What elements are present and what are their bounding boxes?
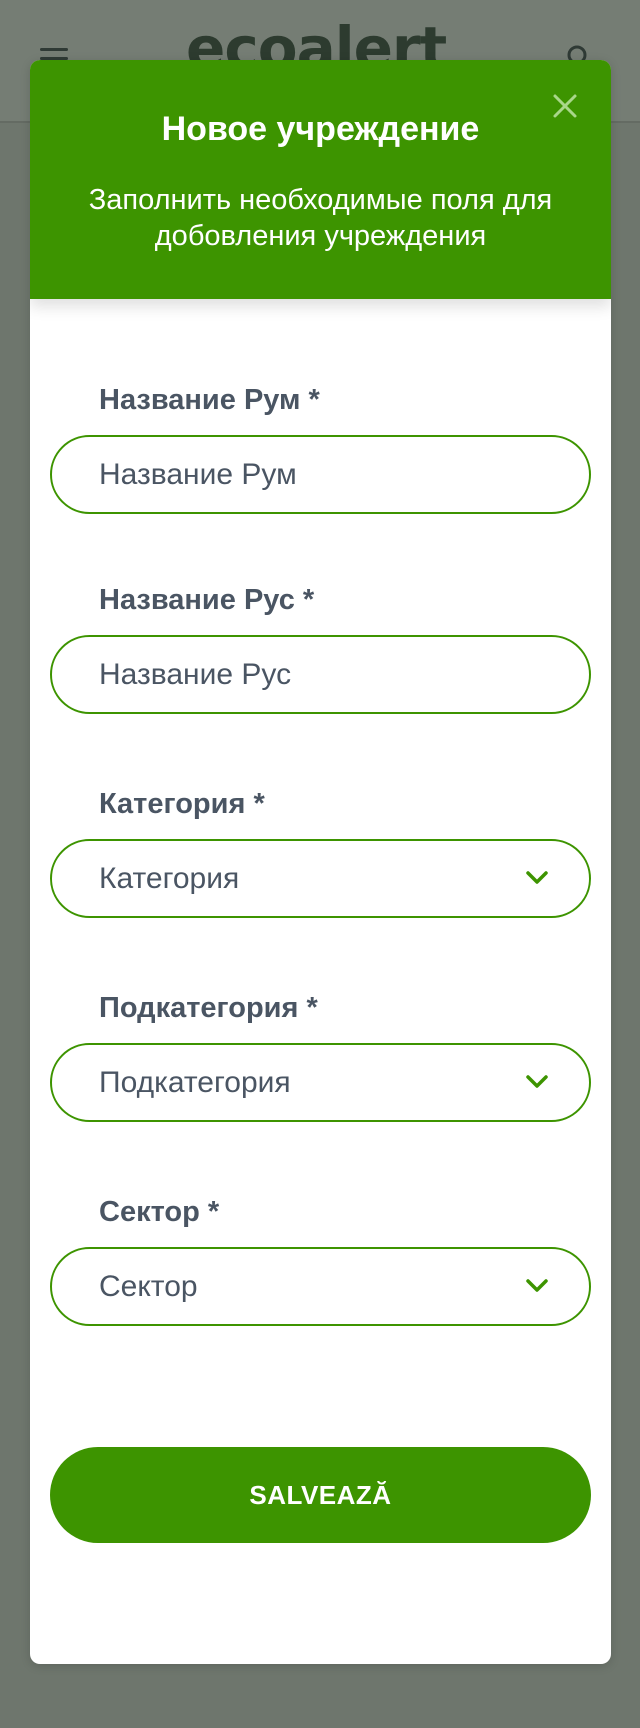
category-select[interactable]: Категория bbox=[50, 839, 591, 918]
chevron-down-icon bbox=[526, 1075, 548, 1088]
modal-title: Новое учреждение bbox=[161, 110, 480, 148]
modal-header: Новое учреждение Заполнить необходимые п… bbox=[30, 60, 611, 299]
category-select-value: Категория bbox=[99, 862, 240, 895]
new-institution-modal: Новое учреждение Заполнить необходимые п… bbox=[30, 60, 611, 1664]
subcategory-select[interactable]: Подкатегория bbox=[50, 1043, 591, 1122]
subcategory-select-value: Подкатегория bbox=[99, 1066, 291, 1099]
field-label: Категория * bbox=[99, 788, 265, 820]
modal-subtitle: Заполнить необходимые поля для добовлени… bbox=[88, 184, 553, 252]
chevron-down-icon bbox=[526, 871, 548, 884]
name-rom-input[interactable] bbox=[99, 437, 539, 512]
name-rom-input-box[interactable] bbox=[50, 435, 591, 514]
field-label: Название Рум * bbox=[99, 384, 320, 416]
field-label: Название Рус * bbox=[99, 584, 315, 616]
field-label: Подкатегория * bbox=[99, 992, 318, 1024]
field-label: Сектор * bbox=[99, 1196, 220, 1228]
name-rus-input-box[interactable] bbox=[50, 635, 591, 714]
chevron-down-icon bbox=[526, 1279, 548, 1292]
name-rus-input[interactable] bbox=[99, 637, 539, 712]
save-button[interactable]: SALVEAZĂ bbox=[50, 1447, 591, 1543]
sector-select-value: Сектор bbox=[99, 1270, 198, 1303]
sector-select[interactable]: Сектор bbox=[50, 1247, 591, 1326]
